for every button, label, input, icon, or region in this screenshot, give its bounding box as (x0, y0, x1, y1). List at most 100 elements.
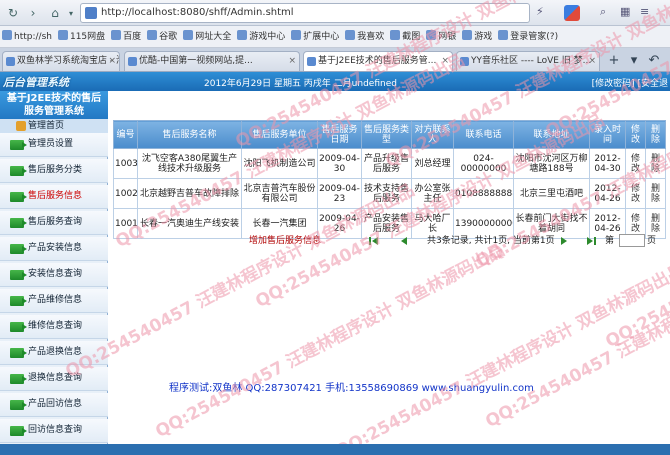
arrow-right-icon (10, 400, 24, 410)
table-row: 1003沈飞空客A380尾翼生产线技术升级服务沈阳飞机制造公司2009-04-3… (114, 149, 666, 179)
bookmark-label: http://sh (14, 32, 52, 42)
table-cell: 01088888888 (454, 179, 514, 209)
bookmark-item[interactable]: 游戏 (460, 26, 496, 48)
close-icon[interactable]: × (288, 52, 296, 71)
page-favicon (85, 7, 97, 19)
first-page-icon[interactable] (369, 236, 381, 246)
bookmark-item[interactable]: http://sh (0, 26, 56, 48)
sidebar-item[interactable]: 回访信息查询 (0, 419, 108, 443)
tab-label: YY音乐社区 ---- LoVE 旧 梦... (471, 56, 591, 66)
sidebar-item[interactable]: 产品退换信息 (0, 341, 108, 365)
tab-list-icon[interactable]: ▾ (626, 53, 642, 69)
google-search-icon[interactable] (564, 5, 580, 21)
table-cell: 沈阳飞机制造公司 (242, 149, 318, 179)
sidebar-title: 基于J2EE技术的售后服务管理系统 (0, 91, 108, 119)
table-cell: 长春一汽奥迪生产线安装 (138, 209, 242, 239)
delete-link[interactable]: 删除 (646, 179, 666, 209)
goto-suffix: 页 (647, 234, 656, 248)
bookmark-label: 115网盘 (70, 32, 105, 42)
edit-link[interactable]: 修改 (626, 179, 646, 209)
sidebar-item[interactable]: 产品维修信息 (0, 289, 108, 313)
undo-close-icon[interactable]: ↶ (646, 53, 662, 69)
tab-active-admin[interactable]: 基于J2EE技术的售后服务管... × (303, 51, 453, 72)
delete-link[interactable]: 删除 (646, 149, 666, 179)
dropdown-icon[interactable]: ▾ (62, 4, 80, 22)
table-cell: 产品升级售后服务 (362, 149, 412, 179)
arrow-right-icon (10, 244, 24, 254)
close-icon[interactable]: × (108, 52, 116, 71)
arrow-right-icon (10, 322, 24, 332)
bookmarks-bar: http://sh 115网盘百度谷歌网址大全 游戏中心扩展中心 我喜欢 截图 网银游戏登… (0, 26, 670, 48)
sidebar-item[interactable]: 管理员设置 (0, 133, 108, 157)
bookmark-item[interactable]: 网银 (424, 26, 460, 48)
sidebar-home[interactable]: 管理首页 (0, 119, 108, 133)
bookmark-label: 网银 (438, 32, 456, 42)
tab-taobao[interactable]: 双鱼林学习系统淘宝店 - 淘... × (2, 51, 120, 72)
table-cell: 技术支持售后服务 (362, 179, 412, 209)
bottom-bar (0, 444, 670, 455)
column-header: 对方联系人 (412, 121, 454, 149)
tab-favicon-icon (128, 57, 137, 66)
bookmark-item[interactable]: 网址大全 (181, 26, 235, 48)
sidebar-item[interactable]: 售后服务分类 (0, 159, 108, 183)
column-header: 录入时间 (590, 121, 626, 149)
header-links[interactable]: [修改密码] [安全退 (592, 76, 668, 89)
bookmark-item[interactable]: 115网盘 (56, 26, 109, 48)
sidebar-item[interactable]: 维修信息查询 (0, 315, 108, 339)
gamepad-icon (462, 30, 472, 40)
bookmark-label: 游戏中心 (249, 32, 285, 42)
home-icon (16, 121, 26, 131)
globe-icon (2, 30, 12, 40)
bookmark-item[interactable]: 谷歌 (145, 26, 181, 48)
sidebar-item[interactable]: 退换信息查询 (0, 367, 108, 391)
bookmark-item[interactable]: 百度 (109, 26, 145, 48)
bookmark-item[interactable]: 截图 (388, 26, 424, 48)
table-cell: 办公室张主任 (412, 179, 454, 209)
sidebar-item[interactable]: 售后服务查询 (0, 211, 108, 235)
table-cell: 北京越野吉普车故障排除 (138, 179, 242, 209)
sidebar-item[interactable]: 产品安装信息 (0, 237, 108, 261)
sidebar-item[interactable]: 产品回访信息 (0, 393, 108, 417)
bookmark-item[interactable]: 登录管家(?) (496, 26, 562, 48)
baidu-icon (111, 30, 121, 40)
table-cell: 刘总经理 (412, 149, 454, 179)
search-icon[interactable]: ⌕ (600, 5, 614, 19)
table-cell: 沈阳市沈河区万柳塘路188号 (514, 149, 590, 179)
tab-favicon-icon (6, 57, 15, 66)
prev-page-icon[interactable] (399, 236, 411, 246)
sidebar-item-label: 产品安装信息 (28, 243, 82, 253)
goto-page-input[interactable] (619, 234, 645, 247)
bookmark-label: 截图 (402, 32, 420, 42)
menu-icon[interactable]: ≡ (640, 5, 654, 19)
new-tab-icon[interactable]: + (606, 53, 622, 69)
bookmark-item[interactable]: 我喜欢 (343, 26, 388, 48)
tab-yy-music[interactable]: YY音乐社区 ---- LoVE 旧 梦... × (456, 51, 600, 72)
refresh-icon[interactable]: ↻ (4, 4, 22, 22)
column-header: 删除 (646, 121, 666, 149)
bolt-icon[interactable]: ⚡ (536, 5, 550, 19)
address-bar[interactable]: http://localhost:8080/shff/Admin.shtml (80, 3, 530, 23)
add-service-link[interactable]: 增加售后服务信息 (249, 234, 339, 248)
cloud-icon (58, 30, 68, 40)
forward-icon[interactable]: › (24, 4, 42, 22)
table-cell: 北京三里屯酒吧 (514, 179, 590, 209)
grid-icon[interactable]: ▦ (620, 5, 634, 19)
table-cell: 2012-04-26 (590, 179, 626, 209)
tab-youku[interactable]: 优酷-中国第一视频网站,提... × (124, 51, 300, 72)
sidebar-item[interactable]: 售后服务信息 (0, 185, 108, 209)
bookmark-label: 我喜欢 (357, 32, 384, 42)
sidebar-item-label: 售后服务信息 (28, 191, 82, 201)
last-page-icon[interactable] (587, 236, 599, 246)
sidebar-item[interactable]: 安装信息查询 (0, 263, 108, 287)
arrow-right-icon (10, 140, 24, 150)
sites-icon (183, 30, 193, 40)
edit-link[interactable]: 修改 (626, 149, 646, 179)
close-icon[interactable]: × (441, 52, 449, 71)
close-icon[interactable]: × (588, 52, 596, 71)
bookmark-item[interactable]: 扩展中心 (289, 26, 343, 48)
service-table: 编号售后服务名称售后服务单位售后服务日期售后服务类型对方联系人联系电话联系地址录… (113, 120, 666, 239)
bookmark-item[interactable]: 游戏中心 (235, 26, 289, 48)
next-page-icon[interactable] (559, 236, 571, 246)
sidebar-home-label: 管理首页 (28, 121, 64, 131)
column-header: 售后服务单位 (242, 121, 318, 149)
